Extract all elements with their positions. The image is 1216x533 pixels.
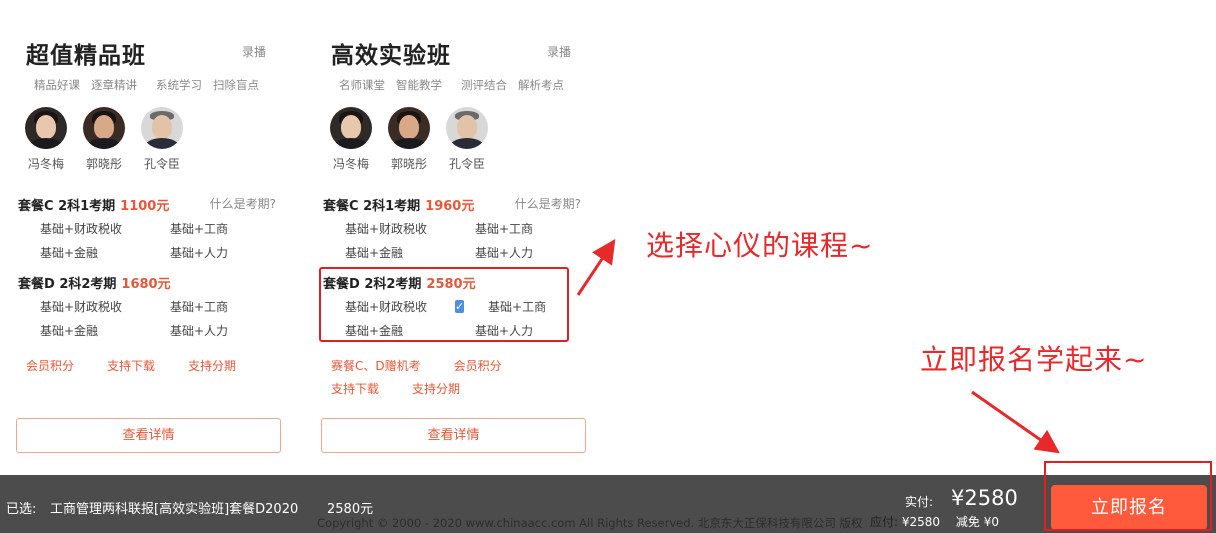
enroll-highlight-box	[1044, 461, 1212, 531]
arrow-to-enroll	[971, 390, 1060, 454]
copyright-text: Copyright © 2000 - 2020 www.chinaacc.com…	[317, 516, 863, 530]
annotation-arrows	[576, 239, 1060, 454]
paid-amount: ¥2580	[951, 486, 1018, 510]
discount-amount: ¥0	[983, 515, 1000, 529]
discount-label: 减免	[955, 515, 980, 529]
selected-course-name: 工商管理两科联报[高效实验班]套餐D2020	[50, 502, 299, 517]
due-summary: 应付: ¥2580 减免 ¥0	[870, 513, 999, 530]
selected-label: 已选:	[6, 502, 37, 517]
due-amount: ¥2580	[901, 515, 941, 529]
paid-label: 实付:	[905, 495, 934, 509]
arrow-to-package	[576, 239, 616, 296]
due-label: 应付:	[870, 515, 899, 529]
checkout-bar: 已选: 工商管理两科联报[高效实验班]套餐D2020 2580元 Copyrig…	[0, 475, 1216, 533]
